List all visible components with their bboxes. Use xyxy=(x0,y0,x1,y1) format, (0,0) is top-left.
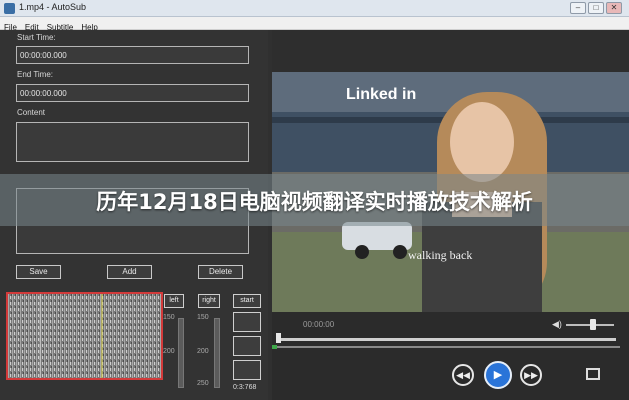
start-slot-2[interactable] xyxy=(233,336,261,356)
overlay-banner: 历年12月18日电脑视频翻译实时播放技术解析 xyxy=(0,174,629,226)
right-slider[interactable] xyxy=(214,318,220,388)
company-sign: Linked in xyxy=(346,86,417,103)
overlay-banner-text: 历年12月18日电脑视频翻译实时播放技术解析 xyxy=(96,190,533,214)
right-scale-150: 150 xyxy=(197,314,209,321)
volume-icon[interactable]: ◀) xyxy=(552,319,562,330)
window-title: 1.mp4 - AutoSub xyxy=(19,2,87,12)
app-icon xyxy=(4,3,15,14)
delete-button[interactable]: Delete xyxy=(198,265,243,279)
content-label: Content xyxy=(17,108,46,117)
title-bar: 1.mp4 - AutoSub – □ ✕ xyxy=(0,0,629,17)
waveform-graphic xyxy=(8,294,161,378)
buffer-indicator xyxy=(272,345,277,349)
buffer-bar xyxy=(272,346,620,348)
start-slot-1[interactable] xyxy=(233,312,261,332)
right-button[interactable]: right xyxy=(198,294,220,308)
seek-bar[interactable] xyxy=(276,338,616,341)
play-icon[interactable]: ▶ xyxy=(484,361,512,389)
rewind-icon[interactable]: ◀◀ xyxy=(452,364,474,386)
app-window: 1.mp4 - AutoSub – □ ✕ File Edit Subtitle He… xyxy=(0,0,629,400)
left-slider[interactable] xyxy=(178,318,184,388)
end-time-label: End Time: xyxy=(17,70,54,79)
minimize-icon[interactable]: – xyxy=(570,2,586,14)
left-scale-150: 150 xyxy=(163,314,175,321)
start-button[interactable]: start xyxy=(233,294,261,308)
start-slot-3[interactable] xyxy=(233,360,261,380)
left-scale-200: 200 xyxy=(163,348,175,355)
timecode: 00:00:00 xyxy=(303,320,335,329)
fast-forward-icon[interactable]: ▶▶ xyxy=(520,364,542,386)
menu-bar: File Edit Subtitle Help xyxy=(0,17,629,32)
save-button[interactable]: Save xyxy=(16,265,61,279)
seek-thumb[interactable] xyxy=(276,333,281,343)
content-textarea[interactable] xyxy=(16,122,249,162)
maximize-icon[interactable]: □ xyxy=(588,2,604,14)
start-time-readout: 0:3:768 xyxy=(233,384,257,391)
audio-waveform[interactable] xyxy=(6,292,163,380)
start-time-field[interactable]: 00:00:00.000 xyxy=(16,46,249,64)
fullscreen-icon[interactable] xyxy=(586,368,600,380)
video-subtitle: walking back xyxy=(408,248,473,262)
volume-thumb[interactable] xyxy=(590,319,596,330)
left-button[interactable]: left xyxy=(164,294,184,308)
right-scale-250: 250 xyxy=(197,380,209,387)
close-icon[interactable]: ✕ xyxy=(606,2,622,14)
start-time-label: Start Time: xyxy=(17,33,56,42)
right-scale-200: 200 xyxy=(197,348,209,355)
add-button[interactable]: Add xyxy=(107,265,152,279)
end-time-field[interactable]: 00:00:00.000 xyxy=(16,84,249,102)
